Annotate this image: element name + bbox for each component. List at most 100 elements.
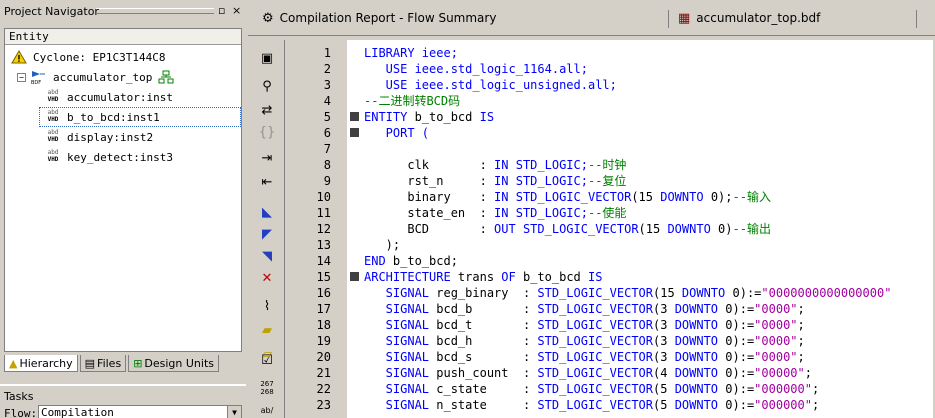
find-icon[interactable]: ⚲ bbox=[256, 76, 278, 96]
fold-marker-icon[interactable] bbox=[350, 128, 359, 137]
tree-item-key-detect-inst3[interactable]: abd VHD key_detect:inst3 bbox=[45, 147, 173, 167]
collapse-icon[interactable]: − bbox=[17, 72, 26, 82]
code-token: 0):= bbox=[718, 366, 755, 380]
code-line[interactable]: 8 clk : IN STD_LOGIC;--时钟 bbox=[285, 157, 935, 173]
tab-hierarchy[interactable]: ▲ Hierarchy bbox=[4, 355, 78, 372]
code-line[interactable]: 11 state_en : IN STD_LOGIC;--使能 bbox=[285, 205, 935, 221]
tree-item-accumulator-inst[interactable]: abd VHD accumulator:inst bbox=[45, 87, 173, 107]
code-line[interactable]: 7 bbox=[285, 141, 935, 157]
bookmark-next-icon[interactable]: ◤ bbox=[256, 224, 278, 244]
tree-item-label: accumulator:inst bbox=[67, 90, 173, 104]
code-line[interactable]: 18 SIGNAL bcd_t : STD_LOGIC_VECTOR(3 DOW… bbox=[285, 317, 935, 333]
code-line[interactable]: 3 USE ieee.std_logic_unsigned.all; bbox=[285, 77, 935, 93]
tab-label: Files bbox=[97, 356, 122, 370]
code-token: "0000000000000000" bbox=[761, 286, 892, 300]
fold-marker-icon[interactable] bbox=[350, 272, 359, 281]
code-token: USE ieee.std_logic_1164.all; bbox=[364, 62, 588, 76]
panel-grip[interactable] bbox=[96, 8, 214, 14]
tab-compilation-report[interactable]: ⚙ Compilation Report - Flow Summary bbox=[262, 0, 496, 36]
tab-accumulator-top-bdf[interactable]: ▦ accumulator_top.bdf bbox=[678, 0, 820, 36]
code-token: DOWNTO bbox=[674, 302, 719, 316]
code-token: ; bbox=[797, 302, 805, 316]
tasks-panel: Tasks Flow: Compilation ▼ bbox=[0, 384, 246, 418]
code-token: --输入 bbox=[732, 190, 771, 204]
code-line[interactable]: 4 --二进制转BCD码 bbox=[285, 93, 935, 109]
chevron-down-icon[interactable]: ▼ bbox=[227, 406, 241, 418]
line-number: 7 bbox=[323, 142, 331, 156]
code-line[interactable]: 2 USE ieee.std_logic_1164.all; bbox=[285, 61, 935, 77]
insert-template-icon[interactable]: ▣ bbox=[256, 48, 278, 68]
code-line[interactable]: 14 END b_to_bcd; bbox=[285, 253, 935, 269]
tab-files[interactable]: ▤ Files bbox=[79, 355, 127, 372]
code-line[interactable]: 6 PORT ( bbox=[285, 125, 935, 141]
code-token: "000000" bbox=[754, 382, 812, 396]
warning-icon bbox=[11, 50, 27, 64]
braces-icon[interactable]: {} bbox=[256, 122, 278, 142]
code-line[interactable]: 13 ); bbox=[285, 237, 935, 253]
float-icon[interactable]: ▫ bbox=[218, 5, 225, 16]
code-token: b_to_bcd; bbox=[392, 254, 458, 268]
code-line[interactable]: 20 SIGNAL bcd_s : STD_LOGIC_VECTOR(3 DOW… bbox=[285, 349, 935, 365]
quartus-window: Project Navigator ▫ × Entity Cyclone: EP… bbox=[0, 0, 935, 418]
find-replace-icon[interactable]: ⇄ bbox=[256, 100, 278, 120]
document-tab-bar: ⚙ Compilation Report - Flow Summary ▦ ac… bbox=[248, 0, 935, 36]
code-line[interactable]: 9 rst_n : IN STD_LOGIC;--复位 bbox=[285, 173, 935, 189]
code-token: IS bbox=[588, 270, 603, 284]
code-line[interactable]: 23 SIGNAL n_state : STD_LOGIC_VECTOR(5 D… bbox=[285, 397, 935, 413]
line-number-icon[interactable]: 267 268 bbox=[256, 378, 278, 398]
tab-design-units[interactable]: ⊞ Design Units bbox=[128, 355, 220, 372]
code-token: "0000" bbox=[754, 334, 798, 348]
code-token: 0):= bbox=[718, 382, 755, 396]
code-line[interactable]: 10 binary : IN STD_LOGIC_VECTOR(15 DOWNT… bbox=[285, 189, 935, 205]
counter-top: 267 bbox=[260, 380, 274, 388]
code-token: (15 bbox=[653, 286, 682, 300]
tree-item-accumulator-top[interactable]: − BDF accumulator_top bbox=[17, 67, 174, 87]
code-line[interactable]: 22 SIGNAL c_state : STD_LOGIC_VECTOR(5 D… bbox=[285, 381, 935, 397]
unindent-icon[interactable]: ⇤ bbox=[256, 172, 278, 192]
tree-item-display-inst2[interactable]: abd VHD display:inst2 bbox=[45, 127, 154, 147]
tree-item-b-to-bcd-inst1[interactable]: abd VHD b_to_bcd:inst1 bbox=[39, 107, 241, 127]
code-line[interactable]: 12 BCD : OUT STD_LOGIC_VECTOR(15 DOWNTO … bbox=[285, 221, 935, 237]
indent-icon[interactable]: ⇥ bbox=[256, 148, 278, 168]
code-token: STD_LOGIC_VECTOR bbox=[537, 302, 653, 316]
fold-marker-icon[interactable] bbox=[350, 112, 359, 121]
code-token: IS bbox=[479, 110, 495, 124]
counter-bottom: 268 bbox=[260, 388, 274, 396]
close-icon[interactable]: × bbox=[232, 5, 241, 16]
code-line[interactable]: 21 SIGNAL push_count : STD_LOGIC_VECTOR(… bbox=[285, 365, 935, 381]
bookmark-clear-icon[interactable]: ✕ bbox=[256, 268, 278, 288]
code-text: --二进制转BCD码 bbox=[364, 93, 460, 109]
code-token: LIBRARY ieee; bbox=[364, 46, 458, 60]
code-token: STD_LOGIC_VECTOR bbox=[537, 286, 653, 300]
navigator-title-bar[interactable]: Project Navigator ▫ × bbox=[0, 0, 246, 22]
tree-item-device[interactable]: Cyclone: EP1C3T144C8 bbox=[11, 47, 165, 67]
code-line[interactable]: 19 SIGNAL bcd_h : STD_LOGIC_VECTOR(3 DOW… bbox=[285, 333, 935, 349]
code-line[interactable]: 1 LIBRARY ieee; bbox=[285, 45, 935, 61]
code-line[interactable]: 16 SIGNAL reg_binary : STD_LOGIC_VECTOR(… bbox=[285, 285, 935, 301]
code-editor[interactable]: 1 LIBRARY ieee; 2 USE ieee.std_logic_1164.… bbox=[284, 40, 935, 418]
code-line[interactable]: 17 SIGNAL bcd_b : STD_LOGIC_VECTOR(3 DOW… bbox=[285, 301, 935, 317]
line-number: 20 bbox=[316, 350, 331, 364]
bookmark-toggle-icon[interactable]: ◣ bbox=[256, 202, 278, 222]
hierarchy-tree[interactable]: Entity Cyclone: EP1C3T144C8 − BDF accumu… bbox=[4, 28, 242, 352]
check-icon[interactable]: ☑ bbox=[256, 350, 278, 370]
text-case-icon[interactable]: ab/ bbox=[256, 400, 278, 418]
code-token: state_en : bbox=[364, 206, 495, 220]
code-text: SIGNAL n_state : STD_LOGIC_VECTOR(5 DOWN… bbox=[364, 397, 820, 413]
code-token: (15 bbox=[631, 190, 661, 204]
vhd-file-icon: abd VHD bbox=[47, 109, 59, 123]
code-text: END b_to_bcd; bbox=[364, 253, 458, 269]
line-number: 12 bbox=[316, 222, 331, 236]
bookmark-prev-icon[interactable]: ◥ bbox=[256, 246, 278, 266]
comment-icon[interactable]: ▰ bbox=[256, 320, 278, 340]
entity-column-header[interactable]: Entity bbox=[5, 29, 241, 45]
code-token: DOWNTO bbox=[674, 334, 719, 348]
vhd-file-icon: abd VHD bbox=[47, 89, 59, 103]
code-line[interactable]: 5 ENTITY b_to_bcd IS bbox=[285, 109, 935, 125]
code-token: ENTITY bbox=[364, 110, 415, 124]
flow-select[interactable]: Compilation ▼ bbox=[38, 405, 242, 418]
code-token: bcd_h : bbox=[436, 334, 538, 348]
attach-icon[interactable]: ⌇ bbox=[256, 296, 278, 316]
code-line[interactable]: 15 ARCHITECTURE trans OF b_to_bcd IS bbox=[285, 269, 935, 285]
code-token: bcd_t : bbox=[436, 318, 538, 332]
